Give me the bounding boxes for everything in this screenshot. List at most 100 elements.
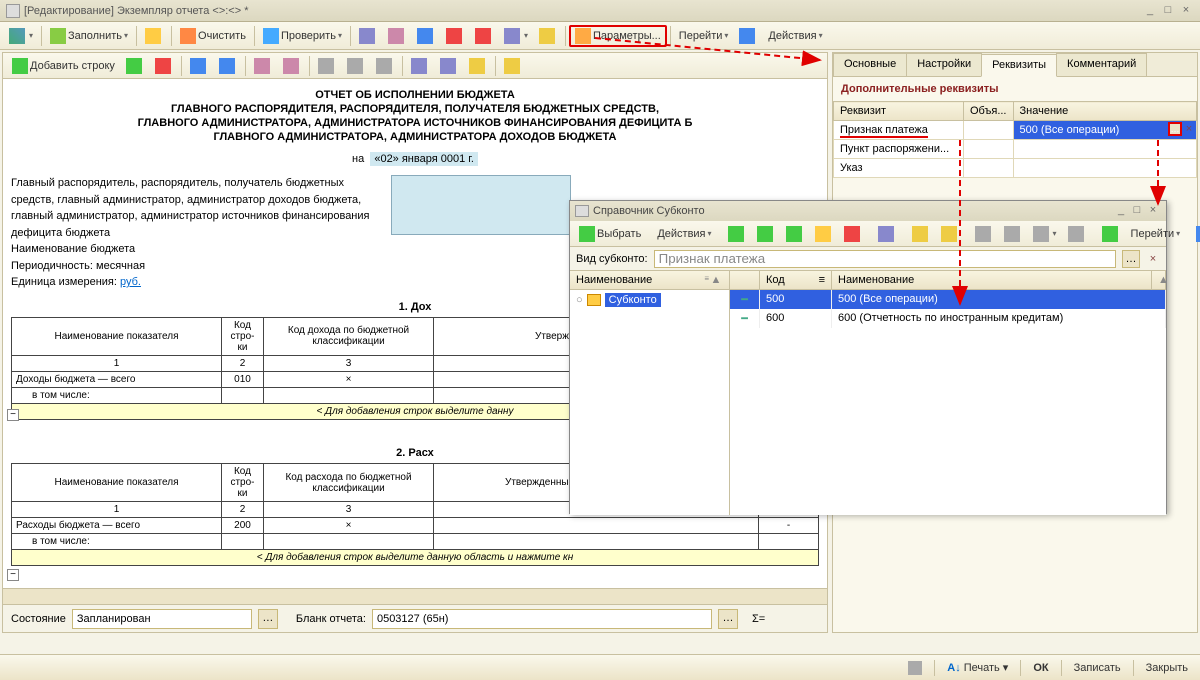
fill-button[interactable]: Заполнить▾ — [45, 25, 133, 47]
dlg-btn-6[interactable] — [873, 223, 901, 245]
maximize-button[interactable]: □ — [1160, 4, 1176, 18]
date-value[interactable]: «02» января 0001 г. — [370, 152, 478, 166]
tree-toggle-1[interactable]: − — [7, 409, 19, 421]
info-input-box[interactable] — [391, 175, 571, 235]
icon-btn-3[interactable] — [412, 25, 440, 47]
check-button[interactable]: Проверить▾ — [258, 25, 347, 47]
dlg-goto[interactable]: Перейти▾ — [1126, 223, 1186, 245]
report-date: на «02» января 0001 г. — [11, 153, 819, 165]
state-picker[interactable]: … — [258, 609, 278, 629]
ok-button[interactable]: ОК — [1033, 662, 1048, 674]
footer-icon-1[interactable] — [908, 661, 922, 675]
icon-btn-7[interactable] — [534, 25, 562, 47]
dlg-btn-4[interactable] — [810, 223, 838, 245]
help-button[interactable] — [734, 25, 762, 47]
tool-btn-4[interactable] — [464, 55, 492, 77]
dlg-help[interactable] — [1191, 223, 1200, 245]
value-picker-button[interactable]: … — [1168, 122, 1182, 136]
sort-az-button[interactable] — [249, 55, 277, 77]
form-picker[interactable]: … — [718, 609, 738, 629]
info-line-1: Главный распорядитель, распорядитель, по… — [11, 175, 381, 241]
dialog-filter: Вид субконто: … × — [570, 247, 1166, 271]
clear-filter-button[interactable] — [342, 55, 370, 77]
close-button[interactable]: Закрыть — [1146, 662, 1188, 674]
form-input[interactable] — [372, 609, 712, 629]
icon-btn-4[interactable] — [441, 25, 469, 47]
filter-picker[interactable]: … — [1122, 250, 1140, 268]
down-button[interactable] — [214, 55, 242, 77]
dlg-btn-7[interactable] — [907, 223, 935, 245]
state-input[interactable] — [72, 609, 252, 629]
sigma-button[interactable]: ▾ — [4, 25, 38, 47]
tree-item[interactable]: ○ Субконто — [570, 290, 729, 310]
icon-btn-1[interactable] — [354, 25, 382, 47]
dlg-btn-8[interactable] — [936, 223, 964, 245]
icon-btn-5[interactable] — [470, 25, 498, 47]
tree-header[interactable]: Наименование — [576, 274, 652, 286]
dialog-actions[interactable]: Действия▾ — [652, 223, 716, 245]
clear-button[interactable]: Очистить — [175, 25, 251, 47]
filter-label: Вид субконто: — [576, 253, 648, 265]
h-scrollbar[interactable] — [3, 588, 827, 604]
print-button[interactable]: A↓Печать▾ — [947, 661, 1008, 674]
filter-button[interactable] — [313, 55, 341, 77]
table-row[interactable]: Указ — [834, 159, 1197, 178]
tool-btn-2[interactable] — [406, 55, 434, 77]
th-name: Наименование показателя — [12, 317, 222, 355]
tree-toggle-2[interactable]: − — [7, 569, 19, 581]
list-item[interactable]: ━ 600 600 (Отчетность по иностранным кре… — [730, 309, 1166, 328]
table-row[interactable]: Расходы бюджета — всего 200 × - — [12, 518, 819, 534]
dlg-btn-5[interactable] — [839, 223, 867, 245]
tool-btn-3[interactable] — [435, 55, 463, 77]
tab-settings[interactable]: Настройки — [906, 53, 982, 76]
col-name[interactable]: Наименование — [832, 271, 1152, 289]
tab-comment[interactable]: Комментарий — [1056, 53, 1147, 76]
delete-row-button[interactable] — [150, 55, 178, 77]
filter-input[interactable] — [654, 250, 1116, 268]
dialog-close[interactable]: × — [1145, 204, 1161, 218]
params-button[interactable]: Параметры... — [569, 25, 667, 47]
goto-button[interactable]: Перейти▾ — [674, 25, 734, 47]
actions-button[interactable]: Действия▾ — [763, 25, 827, 47]
unit-link[interactable]: руб. — [120, 276, 141, 288]
icon-btn-6[interactable]: ▾ — [499, 25, 533, 47]
save-button[interactable]: Записать — [1074, 662, 1121, 674]
up-button[interactable] — [185, 55, 213, 77]
dlg-btn-10[interactable] — [999, 223, 1027, 245]
table-row[interactable]: Признак платежа 500 (Все операции) … × — [834, 121, 1197, 140]
dialog-maximize[interactable]: □ — [1129, 204, 1145, 218]
dlg-btn-9[interactable] — [970, 223, 998, 245]
app-icon — [6, 4, 20, 18]
dlg-btn-3[interactable] — [781, 223, 809, 245]
dialog-minimize[interactable]: _ — [1113, 204, 1129, 218]
main-toolbar: ▾ Заполнить▾ Очистить Проверить▾ ▾ Парам… — [0, 22, 1200, 50]
col-val[interactable]: Значение — [1013, 102, 1197, 121]
table-row[interactable]: Пункт распоряжени... — [834, 140, 1197, 159]
dlg-btn-2[interactable] — [752, 223, 780, 245]
tool-btn-1[interactable] — [371, 55, 399, 77]
copy-row-button[interactable] — [121, 55, 149, 77]
col-req[interactable]: Реквизит — [834, 102, 964, 121]
value-clear-button[interactable]: × — [1183, 122, 1195, 136]
dlg-refresh[interactable] — [1097, 223, 1125, 245]
dlg-btn-1[interactable] — [723, 223, 751, 245]
pencil-button[interactable] — [140, 25, 168, 47]
col-code[interactable]: Код≡ — [760, 271, 832, 289]
select-button[interactable]: Выбрать — [574, 223, 646, 245]
table-row[interactable]: в том числе: — [12, 534, 819, 550]
hint-row[interactable]: < Для добавления строк выделите данную о… — [12, 550, 819, 566]
sort-za-button[interactable] — [278, 55, 306, 77]
icon-btn-2[interactable] — [383, 25, 411, 47]
dlg-btn-12[interactable] — [1063, 223, 1091, 245]
col-obj[interactable]: Объя... — [964, 102, 1014, 121]
tab-requisites[interactable]: Реквизиты — [981, 54, 1057, 77]
dlg-btn-11[interactable]: ▾ — [1028, 223, 1062, 245]
list-item[interactable]: ━ 500 500 (Все операции) — [730, 290, 1166, 309]
tool-btn-5[interactable] — [499, 55, 527, 77]
close-button[interactable]: × — [1178, 4, 1194, 18]
report-title-1: ОТЧЕТ ОБ ИСПОЛНЕНИИ БЮДЖЕТА — [11, 89, 819, 101]
add-row-button[interactable]: Добавить строку — [7, 55, 120, 77]
filter-clear[interactable]: × — [1146, 253, 1160, 265]
minimize-button[interactable]: _ — [1142, 4, 1158, 18]
tab-main[interactable]: Основные — [833, 53, 907, 76]
